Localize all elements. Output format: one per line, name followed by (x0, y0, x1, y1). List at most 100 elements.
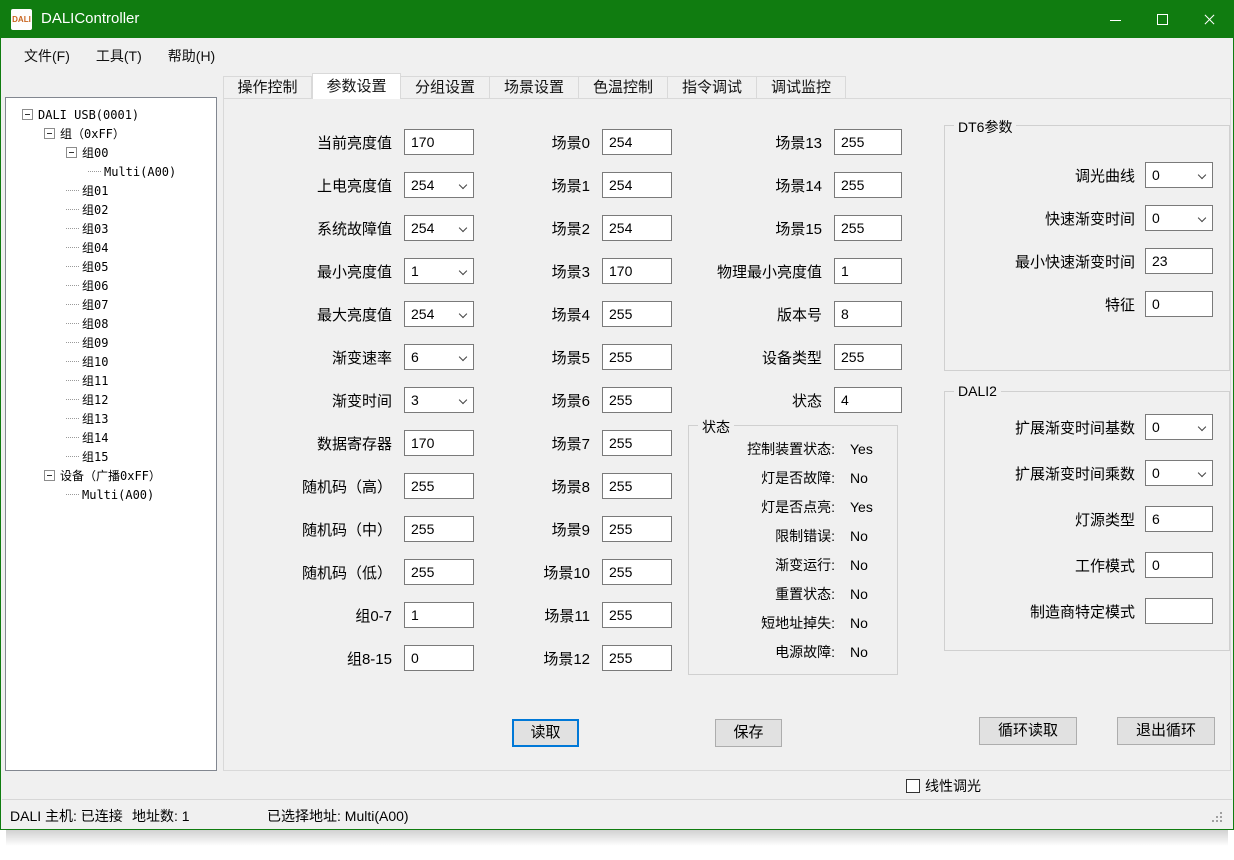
random-code-high-input[interactable]: 255 (404, 473, 474, 499)
read-button[interactable]: 读取 (512, 719, 579, 747)
scene2-input[interactable]: 254 (602, 215, 672, 241)
fade-rate-combobox[interactable]: 6 (404, 344, 474, 370)
linear-dimming-checkbox[interactable] (906, 779, 920, 793)
field-value: 255 (603, 392, 632, 408)
tree-node-group15[interactable]: 组15 (6, 447, 216, 466)
min-level-combobox[interactable]: 1 (404, 258, 474, 284)
field-label: 场景12 (482, 648, 602, 669)
scene10-input[interactable]: 255 (602, 559, 672, 585)
scene6-input[interactable]: 255 (602, 387, 672, 413)
tree-node-group11[interactable]: 组11 (6, 371, 216, 390)
scene12-input[interactable]: 255 (602, 645, 672, 671)
resize-grip[interactable] (1220, 820, 1222, 822)
scene4-input[interactable]: 255 (602, 301, 672, 327)
tree-node-group09[interactable]: 组09 (6, 333, 216, 352)
ext-fade-time-multiplier-combobox[interactable]: 0 (1145, 460, 1213, 486)
field-value: 1 (405, 607, 419, 623)
status-value: No (835, 470, 883, 486)
tab-grouping-settings[interactable]: 分组设置 (401, 76, 490, 99)
fade-time-combobox[interactable]: 3 (404, 387, 474, 413)
tree-node-group10[interactable]: 组10 (6, 352, 216, 371)
field-row: 设备类型255 (682, 344, 902, 370)
tree-node-group05[interactable]: 组05 (6, 257, 216, 276)
minimize-button[interactable] (1092, 1, 1139, 38)
field-label: 场景10 (482, 562, 602, 583)
tree-node-group01[interactable]: 组01 (6, 181, 216, 200)
collapse-icon[interactable] (66, 147, 77, 158)
group-8-15-input[interactable]: 0 (404, 645, 474, 671)
tree-node-group08[interactable]: 组08 (6, 314, 216, 333)
tree-node-root[interactable]: DALI USB(0001) (6, 105, 216, 124)
version-input[interactable]: 8 (834, 301, 902, 327)
tab-command-debug[interactable]: 指令调试 (668, 76, 757, 99)
scene8-input[interactable]: 255 (602, 473, 672, 499)
tree-node-group03[interactable]: 组03 (6, 219, 216, 238)
light-source-type-input[interactable]: 6 (1145, 506, 1213, 532)
tree-connector (66, 342, 79, 343)
scene1-input[interactable]: 254 (602, 172, 672, 198)
menu-tools[interactable]: 工具(T) (83, 40, 155, 72)
status-input[interactable]: 4 (834, 387, 902, 413)
collapse-icon[interactable] (22, 109, 33, 120)
tree-node-group-root[interactable]: 组（0xFF） (6, 124, 216, 143)
scene9-input[interactable]: 255 (602, 516, 672, 542)
scene14-input[interactable]: 255 (834, 172, 902, 198)
collapse-icon[interactable] (44, 128, 55, 139)
field-label: 最大亮度值 (272, 304, 404, 325)
random-code-mid-input[interactable]: 255 (404, 516, 474, 542)
scene5-input[interactable]: 255 (602, 344, 672, 370)
scene0-input[interactable]: 254 (602, 129, 672, 155)
collapse-icon[interactable] (44, 470, 55, 481)
system-failure-level-combobox[interactable]: 254 (404, 215, 474, 241)
tab-parameter-settings[interactable]: 参数设置 (312, 73, 401, 99)
save-button[interactable]: 保存 (715, 719, 782, 747)
tree-node-label: 组03 (82, 220, 108, 237)
maximize-button[interactable] (1139, 1, 1186, 38)
random-code-low-input[interactable]: 255 (404, 559, 474, 585)
fast-fade-time-combobox[interactable]: 0 (1145, 205, 1213, 231)
device-type-input[interactable]: 255 (834, 344, 902, 370)
field-value: 0 (1146, 210, 1160, 226)
menubar: 文件(F) 工具(T) 帮助(H) (2, 39, 1232, 72)
loop-read-button[interactable]: 循环读取 (979, 717, 1077, 745)
tree-node-group12[interactable]: 组12 (6, 390, 216, 409)
ext-fade-time-base-combobox[interactable]: 0 (1145, 414, 1213, 440)
tree-node-group04[interactable]: 组04 (6, 238, 216, 257)
menu-help[interactable]: 帮助(H) (155, 40, 228, 72)
tree-node-group06[interactable]: 组06 (6, 276, 216, 295)
tree-node-group13[interactable]: 组13 (6, 409, 216, 428)
data-register-input[interactable]: 170 (404, 430, 474, 456)
menu-file[interactable]: 文件(F) (11, 40, 83, 72)
exit-loop-button[interactable]: 退出循环 (1117, 717, 1215, 745)
scene13-input[interactable]: 255 (834, 129, 902, 155)
tree-node-group00[interactable]: 组00 (6, 143, 216, 162)
tree-node-multi[interactable]: Multi(A00) (6, 162, 216, 181)
tab-scene-settings[interactable]: 场景设置 (490, 76, 579, 99)
field-row: 场景10255 (482, 559, 672, 585)
scene3-input[interactable]: 170 (602, 258, 672, 284)
tree-node-group07[interactable]: 组07 (6, 295, 216, 314)
group-0-7-input[interactable]: 1 (404, 602, 474, 628)
dimming-curve-combobox[interactable]: 0 (1145, 162, 1213, 188)
features-input[interactable]: 0 (1145, 291, 1213, 317)
field-value: 255 (603, 349, 632, 365)
tab-operation-control[interactable]: 操作控制 (223, 76, 312, 99)
close-button[interactable] (1186, 1, 1233, 38)
tree-node-group02[interactable]: 组02 (6, 200, 216, 219)
physical-min-level-input[interactable]: 1 (834, 258, 902, 284)
tab-color-temp-control[interactable]: 色温控制 (579, 76, 668, 99)
scene15-input[interactable]: 255 (834, 215, 902, 241)
scene11-input[interactable]: 255 (602, 602, 672, 628)
tab-debug-monitor[interactable]: 调试监控 (757, 76, 846, 99)
min-fast-fade-time-input[interactable]: 23 (1145, 248, 1213, 274)
tree-node-group14[interactable]: 组14 (6, 428, 216, 447)
scene7-input[interactable]: 255 (602, 430, 672, 456)
tree-node-multi2[interactable]: Multi(A00) (6, 485, 216, 504)
power-on-level-combobox[interactable]: 254 (404, 172, 474, 198)
operating-mode-input[interactable]: 0 (1145, 552, 1213, 578)
field-label: 组0-7 (272, 605, 404, 626)
tree-node-device-broadcast[interactable]: 设备（广播0xFF） (6, 466, 216, 485)
max-level-combobox[interactable]: 254 (404, 301, 474, 327)
current-level-input[interactable]: 170 (404, 129, 474, 155)
manufacturer-mode-input[interactable] (1145, 598, 1213, 624)
